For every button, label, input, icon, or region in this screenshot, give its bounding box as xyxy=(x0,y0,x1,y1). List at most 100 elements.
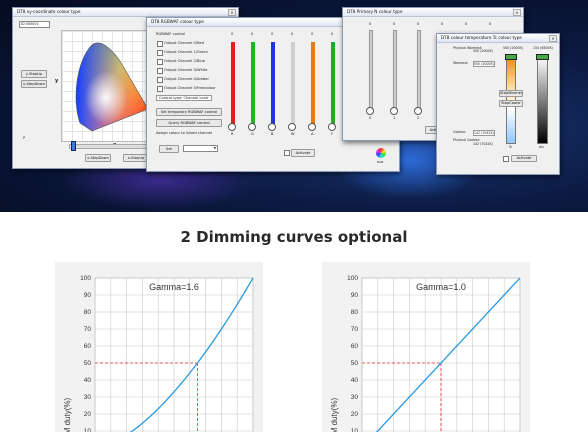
tc-top-right-value: 154 (6500K) xyxy=(533,46,553,50)
physical-coolest-value: 142 (7042K) xyxy=(473,142,493,146)
slider-track[interactable] xyxy=(291,42,295,126)
primary-value: 0 xyxy=(441,22,443,26)
channel-checkbox[interactable] xyxy=(157,77,163,83)
tc-window-titlebar: DT8 colour temperature Tc colour type × xyxy=(437,34,559,43)
tc-top-left-value: 500 (2000K) xyxy=(503,46,523,50)
primary-slider-track[interactable] xyxy=(393,30,397,110)
y-tick-label: 60 xyxy=(84,343,92,350)
channel-checkbox[interactable] xyxy=(157,41,163,47)
coolest-label: Coolest: xyxy=(453,130,466,134)
slider-value: 0 xyxy=(271,32,273,36)
slider-label: B xyxy=(271,132,273,136)
primary-slider-label: 2 xyxy=(417,116,419,120)
y-tick-label: 20 xyxy=(351,411,359,418)
slider-handle[interactable] xyxy=(328,123,336,131)
slider-track[interactable] xyxy=(231,42,235,126)
x-step-down-button[interactable]: x-StepDown xyxy=(85,154,111,162)
y-tick-label: 50 xyxy=(84,360,92,367)
tc-slider-handle[interactable] xyxy=(505,54,517,60)
y-tick-label: 80 xyxy=(351,309,359,316)
rgbwaf-activate-button[interactable]: Activate xyxy=(291,149,315,157)
channel-checkbox[interactable] xyxy=(157,68,163,74)
close-icon[interactable]: × xyxy=(549,35,557,42)
y-axis-label: PWM duty(%) xyxy=(63,398,72,433)
primary-slider-handle[interactable] xyxy=(366,107,374,115)
slider-handle[interactable] xyxy=(268,123,276,131)
slider-handle[interactable] xyxy=(288,123,296,131)
tc-activate-checkbox[interactable] xyxy=(503,156,509,162)
channel-label: Output Channel 4/Amber xyxy=(164,77,209,81)
slider-track[interactable] xyxy=(271,42,275,126)
primary-slider-label: 0 xyxy=(369,116,371,120)
y-tick-label: 40 xyxy=(351,377,359,384)
channel-label: Output Channel 2/Blue xyxy=(164,59,205,63)
y-axis-label: y xyxy=(55,78,58,84)
gamma-chart-card-1: 100908070605040302010PWM duty(%)Gamma=1.… xyxy=(55,262,263,432)
close-icon[interactable]: × xyxy=(513,9,521,16)
control-type-select[interactable]: Control type: Channel contr xyxy=(156,95,212,101)
slider-value: 0 xyxy=(291,32,293,36)
y-tick-label: 80 xyxy=(84,309,92,316)
primary-value: 0 xyxy=(369,22,371,26)
link-channel-select[interactable]: ▼ xyxy=(183,145,218,152)
arc-slider-handle[interactable] xyxy=(536,54,549,60)
slider-value: 0 xyxy=(251,32,253,36)
chart-title: Gamma=1.0 xyxy=(416,282,466,292)
slider-track[interactable] xyxy=(311,42,315,126)
physical-warmest-value: 500 (2000K) xyxy=(473,49,493,53)
slider-handle[interactable] xyxy=(248,123,256,131)
xy-id-field[interactable]: ID 000001 xyxy=(19,21,50,28)
activate-checkbox[interactable] xyxy=(284,150,290,156)
primary-slider-handle[interactable] xyxy=(414,107,422,115)
slider-value: 0 xyxy=(331,32,333,36)
query-rgbwaf-button[interactable]: Query RGBWAF control xyxy=(156,119,222,127)
y-step-down-button[interactable]: y-StepDown xyxy=(21,80,47,88)
y-tick-label: 30 xyxy=(84,394,92,401)
xy-window-title: DT8 xy-coordinate colour type xyxy=(17,9,81,14)
left-marker: P xyxy=(23,136,25,140)
y-tick-label: 70 xyxy=(351,326,359,333)
warmest-label: Warmest: xyxy=(453,61,468,65)
y-step-up-button[interactable]: y-StepUp xyxy=(21,70,47,78)
rgbwaf-section-title: RGBWAF control xyxy=(156,32,185,36)
step-warmer-button[interactable]: StepWarmer xyxy=(499,90,523,97)
y-tick-label: 100 xyxy=(347,275,358,282)
slider-track[interactable] xyxy=(251,42,255,126)
y-axis-label: PWM duty(%) xyxy=(330,398,339,433)
primary-slider-handle[interactable] xyxy=(390,107,398,115)
set-button[interactable]: Set xyxy=(159,145,179,153)
primary-value: 0 xyxy=(417,22,419,26)
slider-label: G xyxy=(251,132,254,136)
close-icon[interactable]: × xyxy=(228,9,236,16)
y-tick-label: 30 xyxy=(351,394,359,401)
channel-checkbox[interactable] xyxy=(157,50,163,56)
y-tick-label: 40 xyxy=(84,377,92,384)
slider-label: R xyxy=(231,132,234,136)
tc-activate-button[interactable]: Activate xyxy=(511,155,537,162)
slider-label: F xyxy=(331,132,333,136)
tc-window-title: DT8 colour temperature Tc colour type xyxy=(441,35,522,40)
y-tick-label: 10 xyxy=(84,428,92,432)
y-tick-label: 90 xyxy=(84,292,92,299)
y-tick-label: 10 xyxy=(351,428,359,432)
rgb-label: RGB xyxy=(377,160,383,164)
slider-value: 0 xyxy=(311,32,313,36)
primary-slider-track[interactable] xyxy=(417,30,421,110)
set-temporary-rgbwaf-button[interactable]: Set temporary RGBWAF control xyxy=(156,108,222,116)
step-cooler-button[interactable]: StepCooler xyxy=(499,100,523,107)
gamma-1.0-chart: 100908070605040302010PWM duty(%)Gamma=1.… xyxy=(322,262,530,432)
slider-label: A xyxy=(311,132,313,136)
slider-handle[interactable] xyxy=(228,123,236,131)
rgb-colour-wheel-icon[interactable] xyxy=(376,148,386,158)
primary-slider-track[interactable] xyxy=(369,30,373,110)
channel-checkbox[interactable] xyxy=(157,59,163,65)
primary-value: 0 xyxy=(465,22,467,26)
channel-checkbox[interactable] xyxy=(157,86,163,92)
tc-arc-gradient-bar[interactable] xyxy=(537,56,548,144)
x-slider-handle[interactable] xyxy=(71,141,76,151)
hero-banner: DT8 xy-coordinate colour type × ID 00000… xyxy=(0,0,588,212)
primary-window-title: DT8 Primary N colour type xyxy=(347,9,402,14)
slider-track[interactable] xyxy=(331,42,335,126)
slider-handle[interactable] xyxy=(308,123,316,131)
assign-colour-label: Assign colour to linked channel xyxy=(156,131,212,135)
